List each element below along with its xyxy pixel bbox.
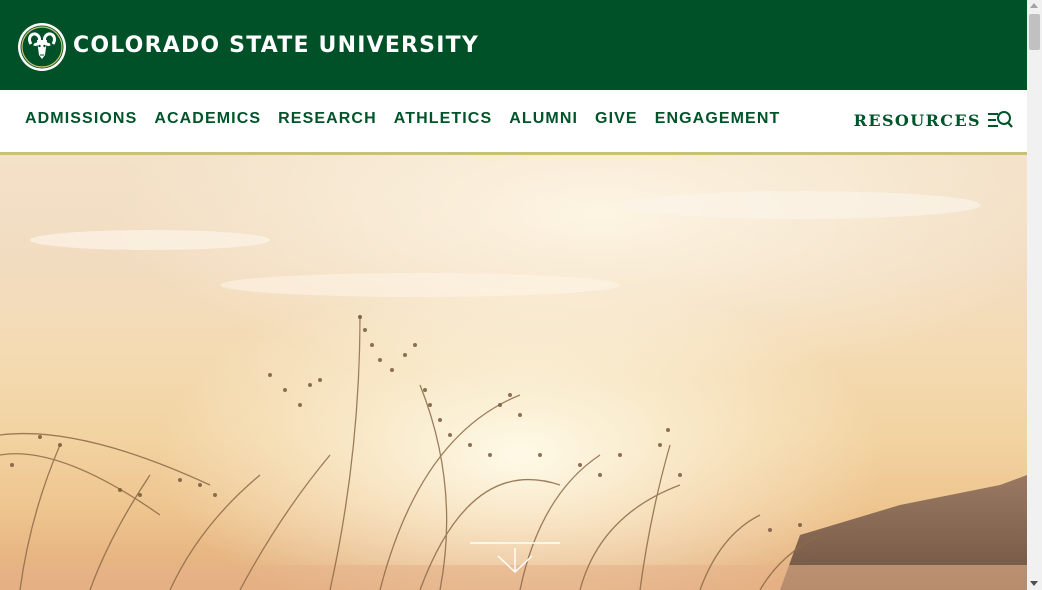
vertical-scrollbar[interactable] (1027, 0, 1042, 590)
nav-item-athletics[interactable]: ATHLETICS (394, 110, 493, 128)
sunset-grass-image (0, 191, 1027, 590)
ram-logo-icon[interactable] (17, 22, 67, 72)
scroll-up-arrow-icon[interactable] (1030, 3, 1038, 8)
nav-item-alumni[interactable]: ALUMNI (509, 110, 578, 128)
nav-list: ADMISSIONS ACADEMICS RESEARCH ATHLETICS … (25, 110, 797, 128)
page: COLORADO STATE UNIVERSITY ADMISSIONS ACA… (0, 0, 1027, 590)
nav-item-engagement[interactable]: ENGAGEMENT (655, 110, 781, 128)
menu-search-icon (987, 109, 1013, 131)
resources-label: RESOURCES (853, 110, 981, 130)
chevron-down-icon (470, 542, 560, 574)
main-navigation: ADMISSIONS ACADEMICS RESEARCH ATHLETICS … (0, 90, 1027, 155)
nav-item-research[interactable]: RESEARCH (278, 110, 377, 128)
nav-item-give[interactable]: GIVE (595, 110, 638, 128)
university-name[interactable]: COLORADO STATE UNIVERSITY (73, 33, 479, 58)
site-header: COLORADO STATE UNIVERSITY (0, 0, 1027, 90)
scroll-down-arrow-icon[interactable] (1030, 581, 1038, 586)
nav-item-admissions[interactable]: ADMISSIONS (25, 110, 137, 128)
hero-banner (0, 155, 1027, 590)
nav-item-academics[interactable]: ACADEMICS (154, 110, 261, 128)
scrollbar-thumb[interactable] (1029, 14, 1040, 50)
resources-button[interactable]: RESOURCES (854, 109, 1013, 131)
scroll-down-button[interactable] (470, 538, 560, 578)
